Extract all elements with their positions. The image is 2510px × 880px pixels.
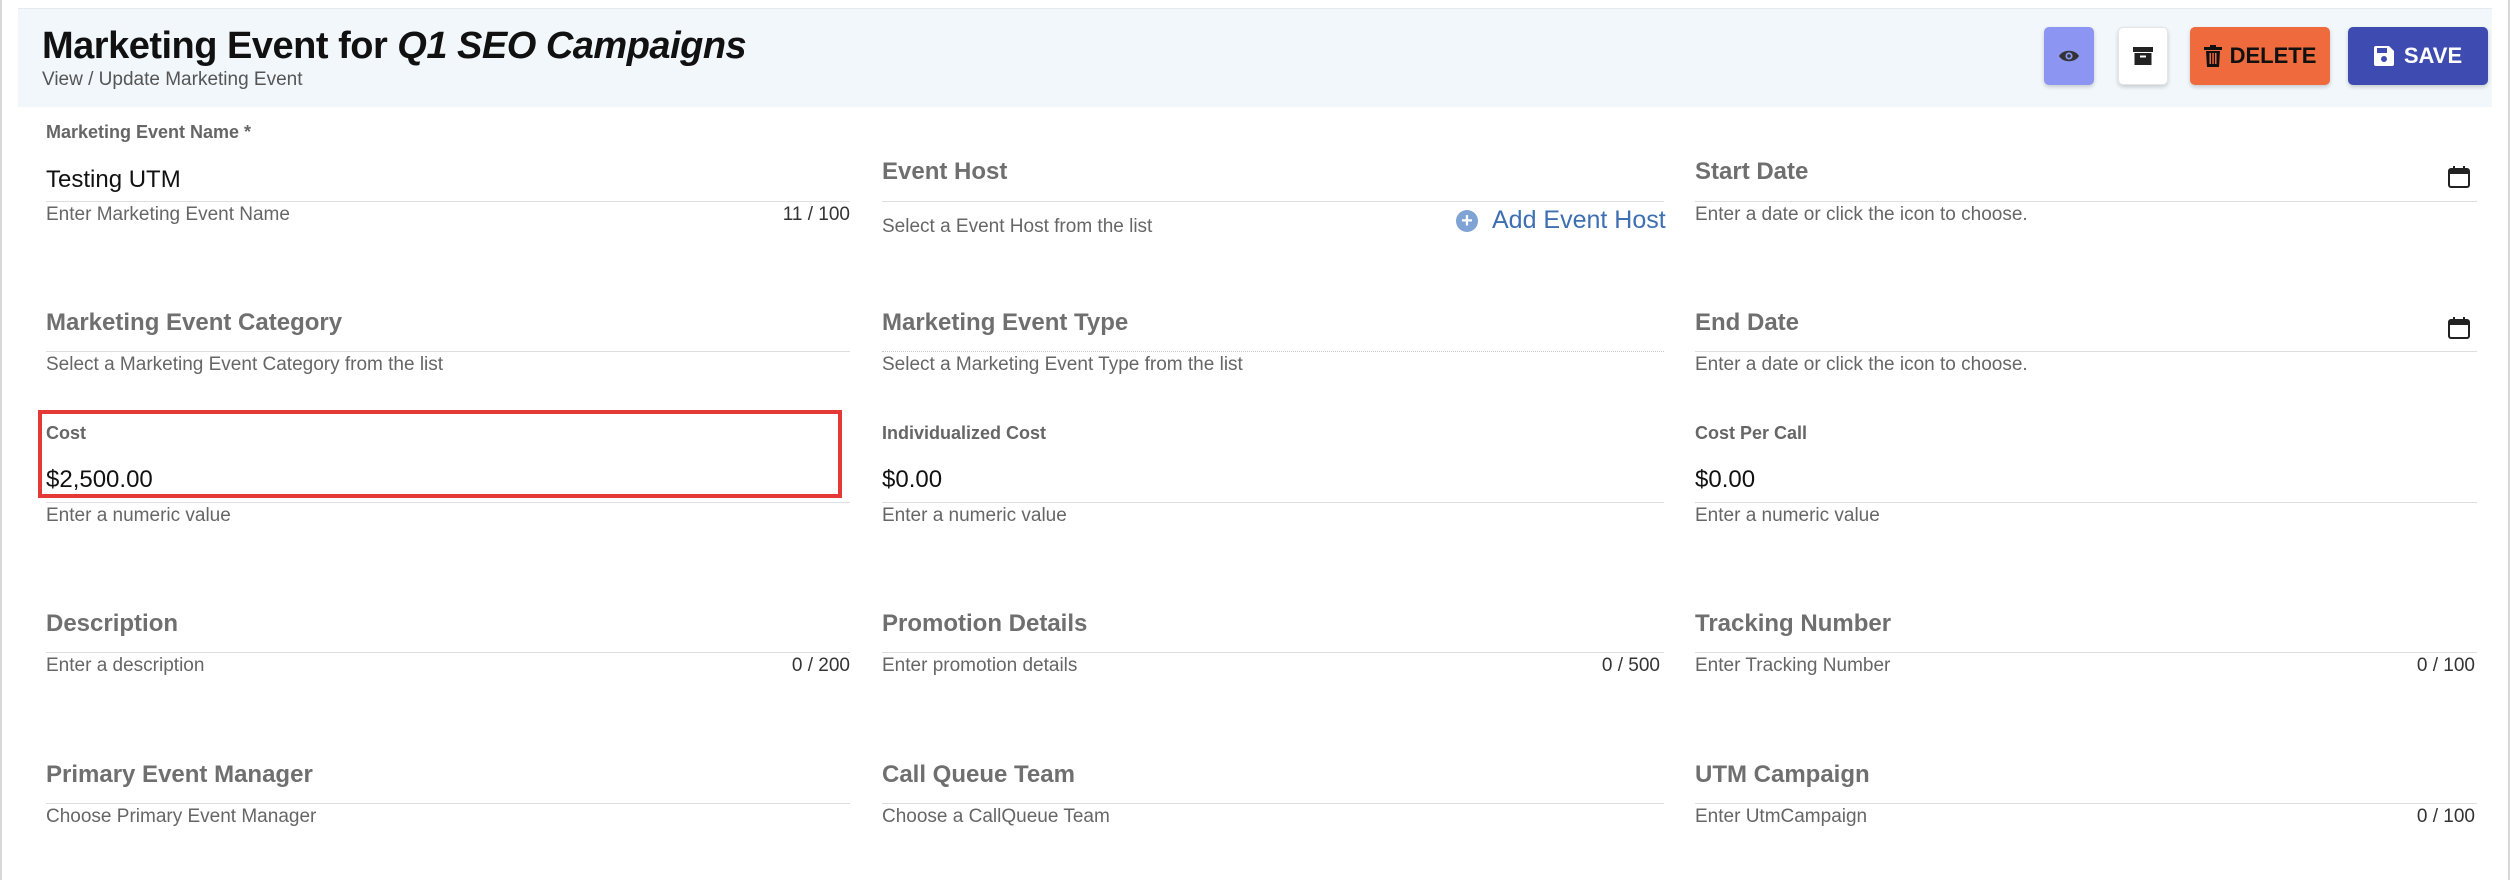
event-category-underline — [46, 351, 850, 352]
add-event-host-button[interactable]: + Add Event Host — [1456, 206, 1666, 235]
event-category-hint: Select a Marketing Event Category from t… — [46, 354, 444, 375]
event-name-counter: 11 / 100 — [782, 204, 850, 225]
call-queue-team-hint: Choose a CallQueue Team — [882, 806, 1110, 827]
end-date-underline — [1695, 351, 2477, 352]
page-subtitle: View / Update Marketing Event — [42, 69, 303, 90]
promotion-details-counter: 0 / 500 — [1601, 655, 1660, 676]
event-host-label[interactable]: Event Host — [882, 158, 1007, 186]
trash-icon — [2203, 45, 2222, 67]
event-name-input[interactable]: Testing UTM — [46, 166, 181, 194]
promotion-details-label[interactable]: Promotion Details — [882, 610, 1087, 638]
event-type-label[interactable]: Marketing Event Type — [882, 309, 1128, 337]
cost-input[interactable]: $2,500.00 — [46, 466, 153, 494]
primary-manager-underline — [46, 803, 850, 804]
start-date-hint: Enter a date or click the icon to choose… — [1695, 204, 2028, 225]
floppy-disk-icon — [2373, 46, 2394, 66]
page-header: Marketing Event for Q1 SEO Campaigns Vie… — [18, 8, 2492, 107]
cost-per-call-input[interactable]: $0.00 — [1695, 466, 1755, 494]
promotion-details-hint: Enter promotion details — [882, 655, 1078, 676]
description-underline — [46, 652, 850, 653]
add-event-host-label: Add Event Host — [1492, 206, 1666, 234]
archive-icon — [2133, 47, 2153, 65]
save-label: SAVE — [2403, 43, 2463, 68]
call-queue-team-underline — [882, 803, 1664, 804]
end-date-label[interactable]: End Date — [1695, 309, 1799, 337]
description-counter: 0 / 200 — [791, 655, 850, 676]
start-date-label[interactable]: Start Date — [1695, 158, 1808, 186]
event-type-hint: Select a Marketing Event Type from the l… — [882, 354, 1243, 375]
tracking-number-label[interactable]: Tracking Number — [1695, 610, 1891, 638]
tracking-number-hint: Enter Tracking Number — [1695, 655, 1891, 676]
description-label[interactable]: Description — [46, 610, 178, 638]
archive-button[interactable] — [2118, 27, 2168, 85]
utm-campaign-hint: Enter UtmCampaign — [1695, 806, 1868, 827]
individualized-cost-input[interactable]: $0.00 — [882, 466, 942, 494]
promotion-details-underline — [882, 652, 1664, 653]
event-type-underline — [882, 351, 1664, 352]
cost-per-call-underline — [1695, 502, 2477, 503]
description-hint: Enter a description — [46, 655, 205, 676]
individualized-cost-underline — [882, 502, 1664, 503]
cost-hint: Enter a numeric value — [46, 505, 231, 526]
tracking-number-underline — [1695, 652, 2477, 653]
utm-campaign-label[interactable]: UTM Campaign — [1695, 761, 1870, 789]
event-name-hint: Enter Marketing Event Name — [46, 204, 290, 225]
plus-circle-icon: + — [1456, 209, 1478, 232]
call-queue-team-label[interactable]: Call Queue Team — [882, 761, 1075, 789]
view-button[interactable] — [2044, 27, 2094, 85]
individualized-cost-label: Individualized Cost — [882, 423, 1047, 443]
eye-icon — [2059, 50, 2079, 62]
utm-campaign-counter: 0 / 100 — [2416, 806, 2475, 827]
cost-per-call-label: Cost Per Call — [1695, 423, 1808, 443]
calendar-icon[interactable] — [2448, 166, 2470, 188]
cost-per-call-hint: Enter a numeric value — [1695, 505, 1880, 526]
primary-manager-label[interactable]: Primary Event Manager — [46, 761, 313, 789]
cost-label: Cost — [46, 423, 86, 443]
tracking-number-counter: 0 / 100 — [2416, 655, 2475, 676]
cost-underline — [46, 502, 850, 503]
delete-button[interactable]: DELETE — [2190, 27, 2330, 85]
title-event-name: Q1 SEO Campaigns — [397, 25, 747, 67]
utm-campaign-underline — [1695, 803, 2477, 804]
event-host-hint: Select a Event Host from the list — [882, 216, 1153, 237]
end-date-hint: Enter a date or click the icon to choose… — [1695, 354, 2028, 375]
page-title: Marketing Event for Q1 SEO Campaigns — [42, 25, 747, 68]
event-host-underline — [882, 201, 1664, 202]
start-date-underline — [1695, 201, 2477, 202]
event-category-label[interactable]: Marketing Event Category — [46, 309, 342, 337]
primary-manager-hint: Choose Primary Event Manager — [46, 806, 317, 827]
calendar-icon[interactable] — [2448, 317, 2470, 339]
page-frame — [0, 0, 2510, 880]
individualized-cost-hint: Enter a numeric value — [882, 505, 1067, 526]
save-button[interactable]: SAVE — [2348, 27, 2488, 85]
event-name-label: Marketing Event Name * — [46, 122, 252, 142]
delete-label: DELETE — [2229, 43, 2317, 68]
event-name-underline — [46, 201, 850, 202]
title-prefix: Marketing Event for — [42, 25, 388, 67]
